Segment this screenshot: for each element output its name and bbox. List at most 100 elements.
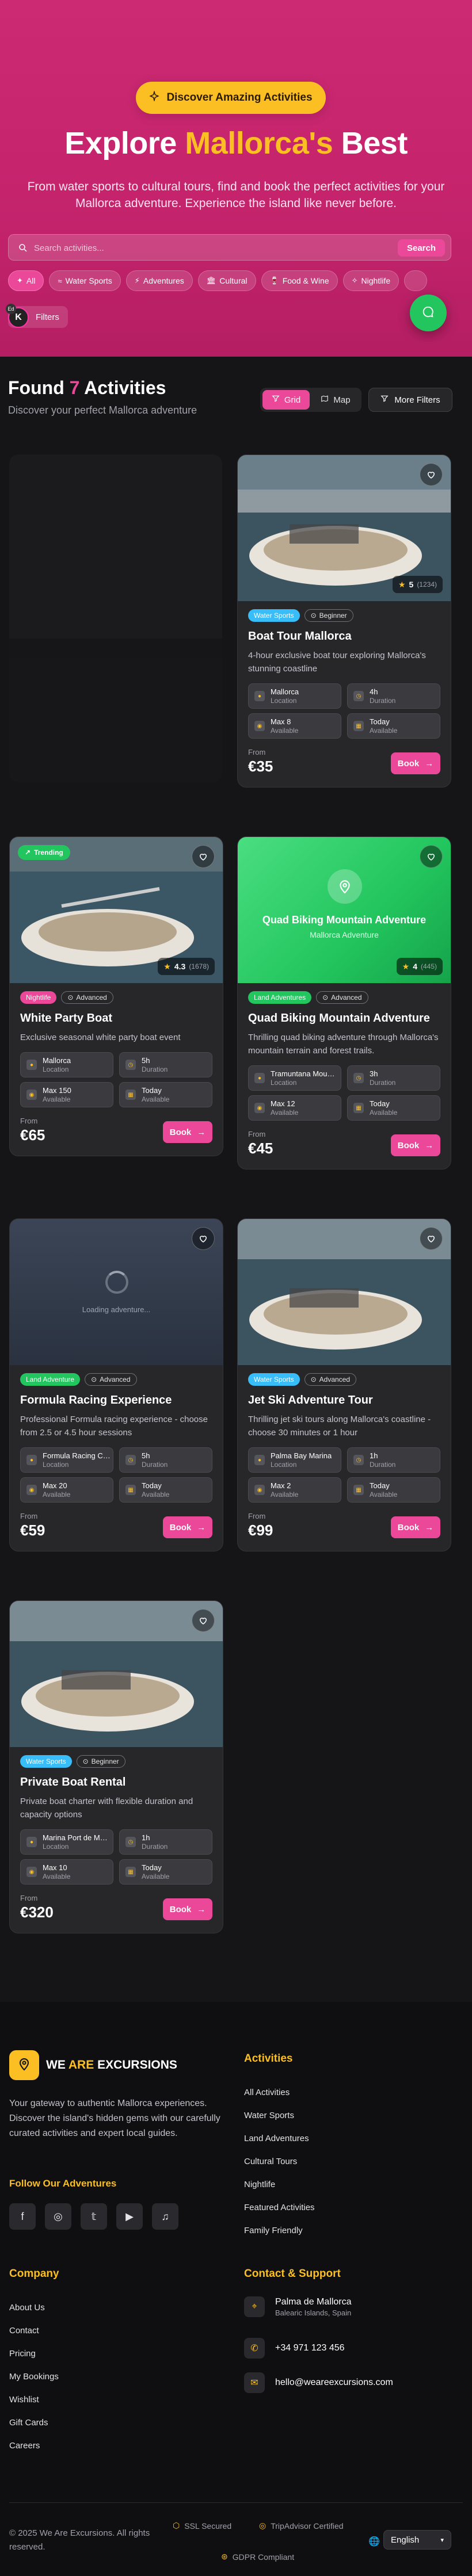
category-more[interactable] [404, 270, 428, 291]
favorite-heart-icon[interactable] [192, 1609, 215, 1632]
category-nightlife[interactable]: ✧ Nightlife [342, 270, 399, 291]
favorite-heart-icon[interactable] [420, 1227, 443, 1250]
phone-contact[interactable]: ✆ +34 971 123 456 [244, 2338, 345, 2359]
footer-link[interactable]: Cultural Tours [244, 2150, 315, 2173]
language-select[interactable]: English ▾ [383, 2530, 451, 2550]
results-count: 7 [69, 377, 80, 398]
search-button[interactable]: Search [398, 239, 445, 257]
footer-link[interactable]: About Us [9, 2296, 59, 2319]
book-button[interactable]: Book → [391, 752, 440, 774]
clock-icon: ◷ [353, 1455, 364, 1465]
footer-link[interactable]: Featured Activities [244, 2196, 315, 2219]
book-button[interactable]: Book → [391, 1134, 440, 1156]
info-value: Mallorca [43, 1056, 71, 1065]
location-pin-icon: ● [26, 1060, 37, 1070]
avatar-badge: Ed [6, 304, 16, 314]
card-description: Professional Formula racing experience -… [20, 1415, 208, 1438]
location-info: ● Palma Bay Marina Location [248, 1447, 341, 1473]
activity-card[interactable]: ★ 5 (1234) Water Sports ⊙ Beginner Boat Tour… [237, 454, 451, 788]
twitter-icon[interactable]: 𝕥 [81, 2203, 107, 2230]
email-contact[interactable]: ✉ hello@weareexcursions.com [244, 2372, 393, 2393]
footer-link[interactable]: Water Sports [244, 2104, 315, 2127]
footer-link[interactable]: Nightlife [244, 2173, 315, 2196]
activity-image [238, 1219, 451, 1365]
info-value: Mallorca [271, 687, 299, 696]
footer-link[interactable]: Pricing [9, 2342, 59, 2365]
rating-badge: ★ 4.3 (1678) [158, 958, 215, 975]
card-description: Exclusive seasonal white party boat even… [20, 1033, 181, 1042]
book-button[interactable]: Book → [163, 1121, 212, 1143]
sparkle-icon [149, 90, 160, 105]
activity-card[interactable]: Water Sports ⊙ Beginner Private Boat Renta… [9, 1600, 223, 1933]
phone-number: +34 971 123 456 [275, 2343, 345, 2353]
rating-badge: ★ 5 (1234) [392, 576, 443, 593]
info-value: Max 12 [271, 1099, 295, 1108]
map-icon [321, 395, 329, 405]
activity-card[interactable]: ↗ Trending ★ 4.3 (1678) Nightlife ⊙ Advanced … [9, 836, 223, 1156]
book-button[interactable]: Book → [391, 1516, 440, 1538]
more-filters-button[interactable]: More Filters [368, 388, 452, 412]
footer-link[interactable]: Gift Cards [9, 2411, 59, 2434]
category-label: Water Sports [65, 276, 112, 285]
info-value: Today [370, 717, 390, 726]
facebook-icon[interactable]: f [9, 2203, 36, 2230]
favorite-heart-icon[interactable] [192, 1227, 215, 1250]
level-tag: ⊙ Advanced [85, 1373, 137, 1386]
book-label: Book [397, 1522, 420, 1532]
search-input[interactable] [34, 239, 379, 257]
address-contact: ⌖ Palma de Mallorca Balearic Islands, Spa… [244, 2296, 352, 2317]
favorite-heart-icon[interactable] [192, 845, 215, 868]
arrow-right-icon: → [197, 1522, 206, 1532]
grid-view-button[interactable]: Grid [262, 390, 310, 410]
info-label: Available [142, 1095, 170, 1103]
location-info: ● Mallorca Location [248, 683, 341, 709]
sparkle-icon: ✦ [17, 276, 23, 285]
info-value: Formula Racing Circuit [43, 1451, 111, 1460]
activity-image: ↗ Trending ★ 4.3 (1678) [10, 837, 223, 983]
calendar-icon: ▦ [353, 1103, 364, 1113]
duration-info: ◷ 5h Duration [119, 1052, 212, 1077]
landmark-icon: 🏛 [206, 276, 216, 285]
category-water-sports[interactable]: ≈ Water Sports [49, 270, 121, 291]
category-tag: Water Sports [20, 1755, 72, 1768]
level-tag: ⊙ Advanced [316, 991, 368, 1004]
footer-link[interactable]: Family Friendly [244, 2219, 315, 2242]
map-view-button[interactable]: Map [312, 390, 359, 410]
brand-we: WE [46, 2058, 68, 2071]
youtube-icon[interactable]: ▶ [116, 2203, 143, 2230]
tiktok-icon[interactable]: ♫ [152, 2203, 178, 2230]
clock-icon: ◷ [353, 1073, 364, 1083]
location-info: ● Mallorca Location [20, 1052, 113, 1077]
book-button[interactable]: Book → [163, 1516, 212, 1538]
category-adventures[interactable]: ⚡ Adventures [125, 270, 193, 291]
logo[interactable] [9, 2050, 39, 2080]
activity-card[interactable]: Quad Biking Mountain Adventure Mallorca … [237, 836, 451, 1169]
footer-link[interactable]: Wishlist [9, 2388, 59, 2411]
category-all[interactable]: ✦ All [8, 270, 44, 291]
favorite-heart-icon[interactable] [420, 463, 443, 486]
instagram-icon[interactable]: ◎ [45, 2203, 71, 2230]
footer-link[interactable]: Land Adventures [244, 2127, 315, 2150]
category-label: Adventures [143, 276, 184, 285]
info-label: Duration [370, 1079, 396, 1087]
info-value: Today [142, 1086, 162, 1095]
social-links: f ◎ 𝕥 ▶ ♫ [9, 2203, 178, 2230]
category-cultural[interactable]: 🏛 Cultural [197, 270, 256, 291]
book-button[interactable]: Book → [163, 1898, 212, 1920]
footer-link[interactable]: Careers [9, 2434, 59, 2457]
footer-link[interactable]: Contact [9, 2319, 59, 2342]
location-pin-icon: ● [254, 1073, 265, 1083]
info-label: Location [271, 697, 297, 705]
card-title: Boat Tour Mallorca [248, 630, 352, 643]
activity-card[interactable]: Loading adventure... Land Adventure ⊙ Adva… [9, 1218, 223, 1551]
category-food-wine[interactable]: 🍷 Food & Wine [261, 270, 338, 291]
level-icon: ⊙ [310, 611, 317, 620]
globe-icon: 🌐 [368, 2537, 380, 2547]
location-pin-icon: ⌖ [244, 2296, 265, 2317]
footer-link[interactable]: My Bookings [9, 2365, 59, 2388]
chat-button[interactable] [410, 295, 447, 331]
favorite-heart-icon[interactable] [420, 845, 443, 868]
footer-link[interactable]: All Activities [244, 2081, 315, 2104]
activity-card[interactable]: Water Sports ⊙ Advanced Jet Ski Adventure … [237, 1218, 451, 1551]
capacity-info: ◉ Max 20 Available [20, 1477, 113, 1503]
